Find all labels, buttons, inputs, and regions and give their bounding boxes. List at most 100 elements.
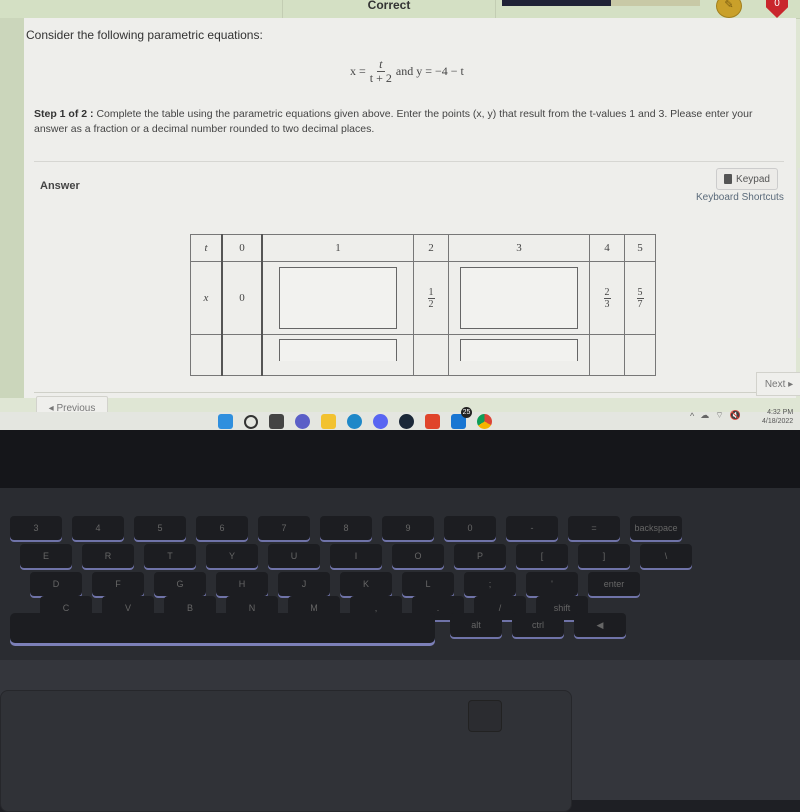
keyboard-key: F [92,572,144,596]
keyboard-key: Y [206,544,258,568]
windows-start-icon[interactable] [218,414,233,429]
office-icon[interactable] [425,414,440,429]
keyboard-key: E [20,544,72,568]
keyboard-key: 8 [320,516,372,540]
row-label-t: t [190,234,223,262]
progress-bar [502,0,700,6]
discord-icon[interactable] [373,414,388,429]
keyboard-key: backspace [630,516,682,540]
keyboard-key: G [154,572,206,596]
keyboard-key: 3 [10,516,62,540]
numerator: 2 [603,287,611,299]
system-tray: ^ ☁ ⌔ 🔇 [690,410,741,421]
x-cell: 2 3 [589,261,625,335]
keyboard-key: 4 [72,516,124,540]
fraction: 2 3 [603,287,611,310]
numerator: 5 [636,287,644,299]
x-input-t1[interactable] [279,267,397,329]
keyboard-key: ; [464,572,516,596]
file-explorer-icon[interactable] [321,414,336,429]
x-cell [448,261,590,335]
steam-icon[interactable] [399,414,414,429]
keyboard-key: J [278,572,330,596]
y-input-t3[interactable] [460,339,578,361]
mail-badge: 25 [461,407,472,418]
keyboard-key: [ [516,544,568,568]
laptop-keyboard: 3 4 5 6 7 8 9 0- = backspace E R T Y U I O P [] \ D F G H J K L;… [0,488,800,688]
next-button[interactable]: Next ▸ [756,372,800,396]
time: 4:32 PM [767,409,794,416]
divider [34,392,794,393]
y-cell [589,334,625,376]
keyboard-key: - [506,516,558,540]
chrome-icon[interactable] [477,414,492,429]
y-cell [624,334,656,376]
t-cell: 4 [589,234,625,262]
keyboard-row: 3 4 5 6 7 8 9 0- = backspace [10,516,682,540]
y-cell [221,334,263,376]
edge-icon[interactable] [347,414,362,429]
keyboard-key: = [568,516,620,540]
keyboard-key: L [402,572,454,596]
step-instructions: Step 1 of 2 : Complete the table using t… [34,107,774,137]
parametric-table: t 0 1 2 3 4 5 x 0 1 2 2 3 5 7 [190,234,656,376]
x-denominator: t + 2 [369,71,392,85]
keyboard-key: \ [640,544,692,568]
keyboard-row: D F G H J K L; ' enter [30,572,640,596]
keyboard-key: D [30,572,82,596]
keyboard-key: K [340,572,392,596]
denominator: 3 [604,299,610,310]
taskbar-apps: 25 [218,407,492,429]
keyboard-key: enter [588,572,640,596]
denominator: 7 [637,299,643,310]
numerator: 1 [427,287,435,299]
keyboard-key: ◀ [574,613,626,637]
y-cell [261,334,414,376]
top-bar: Correct ✎ 0 [0,0,800,19]
question-intro: Consider the following parametric equati… [26,28,263,42]
y-cell [448,334,590,376]
keypad-button[interactable]: Keypad [716,168,778,190]
y-row [190,334,656,376]
wifi-icon[interactable]: ⌔ [715,410,723,421]
fingerprint-sensor [468,700,502,732]
t-cell: 3 [448,234,590,262]
y-input-t1[interactable] [279,339,397,361]
search-icon[interactable] [244,414,258,429]
step-label: Step 1 of 2 : [34,108,94,120]
keyboard-key: 5 [134,516,186,540]
keyboard-row: E R T Y U I O P [] \ [20,544,692,568]
keyboard-key: ] [578,544,630,568]
keyboard-shortcuts-link[interactable]: Keyboard Shortcuts [696,192,784,203]
x-row: x 0 1 2 2 3 5 7 [190,261,656,335]
keyboard-key: U [268,544,320,568]
x-input-t3[interactable] [460,267,578,329]
keyboard-row: alt ctrl ◀ [450,613,626,637]
x-numerator: t [377,57,385,72]
mail-icon[interactable]: 25 [451,407,472,429]
heart-badge[interactable]: 0 [766,0,788,18]
t-cell: 0 [221,234,263,262]
keyboard-key: 6 [196,516,248,540]
date: 4/18/2022 [762,418,794,425]
task-view-icon[interactable] [269,414,284,429]
step-text: Complete the table using the parametric … [34,108,753,135]
clock[interactable]: 4:32 PM 4/18/2022 [762,408,793,426]
parametric-equation: x = t t + 2 and y = −4 − t [350,58,464,85]
divider [34,161,784,162]
coin-icon[interactable]: ✎ [716,0,742,18]
teams-chat-icon[interactable] [295,414,310,429]
answer-label: Answer [40,180,80,192]
y-cell [413,334,449,376]
keyboard-key: I [330,544,382,568]
chevron-up-icon[interactable]: ^ [690,411,694,421]
cloud-icon[interactable]: ☁ [700,410,709,421]
laptop-bezel [0,430,800,490]
x-lhs: x = [350,64,366,78]
x-cell: 5 7 [624,261,656,335]
keyboard-key: O [392,544,444,568]
x-cell [261,261,414,335]
keyboard-key: ' [526,572,578,596]
volume-muted-icon[interactable]: 🔇 [730,410,741,421]
x-cell: 0 [221,261,263,335]
